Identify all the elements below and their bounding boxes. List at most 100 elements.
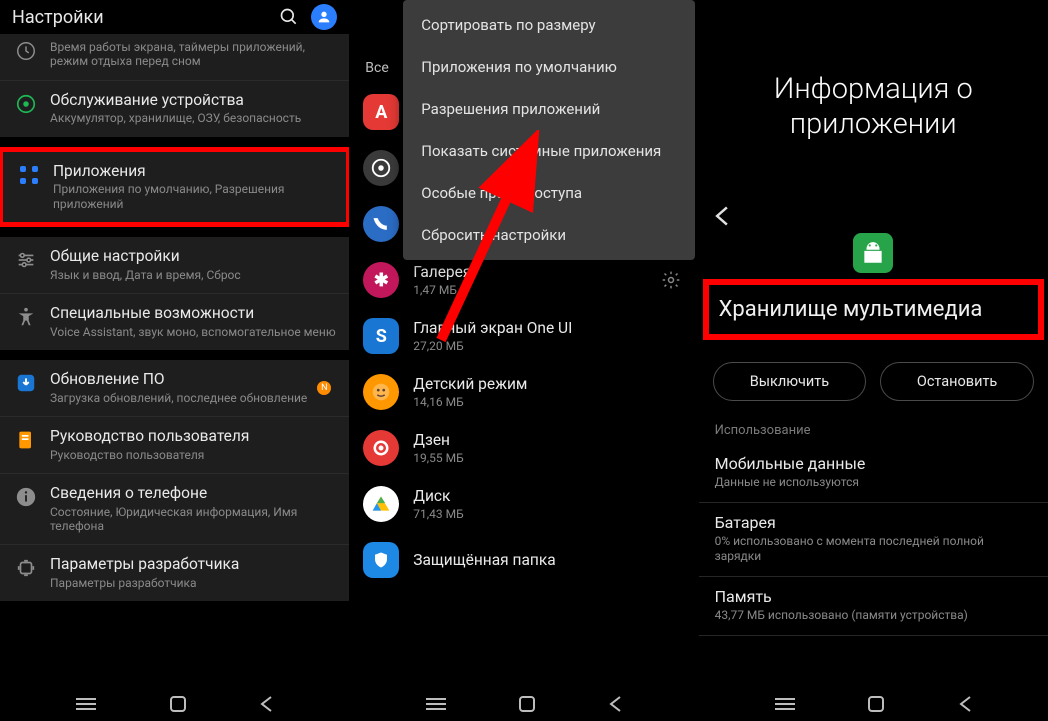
- nav-back[interactable]: [259, 695, 273, 713]
- settings-item-manual[interactable]: Руководство пользователя Руководство пол…: [0, 417, 349, 474]
- apps-list-screen: Все А ВКонтакте 1,47 МБ: [349, 0, 698, 721]
- nav-home[interactable]: [169, 695, 187, 713]
- settings-item-label: Сведения о телефоне: [50, 484, 337, 503]
- device-care-icon: [12, 93, 40, 115]
- sliders-icon: [12, 249, 40, 271]
- usage-row-storage[interactable]: Память 43,77 МБ использовано (памяти уст…: [699, 577, 1048, 636]
- app-icon: [363, 374, 399, 410]
- settings-group: Обновление ПО Загрузка обновлений, после…: [0, 360, 349, 601]
- app-row[interactable]: S Главный экран One UI 27,20 МБ: [349, 308, 698, 364]
- settings-item-apps-highlighted[interactable]: Приложения Приложения по умолчанию, Разр…: [0, 147, 349, 227]
- settings-item-label: Обновление ПО: [50, 370, 317, 389]
- app-icon: [363, 206, 399, 242]
- app-icon: [853, 233, 893, 273]
- settings-item-label: Приложения: [53, 162, 334, 181]
- row-title: Батарея: [715, 513, 1032, 532]
- settings-item-device-care[interactable]: Обслуживание устройства Аккумулятор, хра…: [0, 81, 349, 137]
- app-name: Диск: [413, 487, 684, 505]
- settings-item-sub: Язык и ввод, Дата и время, Сброс: [50, 268, 337, 282]
- settings-item-sub: Voice Assistant, звук моно, вспомогатель…: [50, 325, 337, 339]
- settings-list: Время работы экрана, таймеры приложений,…: [0, 34, 349, 687]
- nav-home[interactable]: [518, 695, 536, 713]
- settings-item-sub: Параметры разработчика: [50, 576, 337, 590]
- menu-item-reset[interactable]: Сбросить настройки: [403, 214, 694, 256]
- settings-item-about[interactable]: Сведения о телефоне Состояние, Юридическ…: [0, 474, 349, 545]
- app-icon: [363, 542, 399, 578]
- row-sub: 0% использовано с момента последней полн…: [715, 534, 1032, 564]
- app-name: Главный экран One UI: [413, 319, 684, 337]
- nav-recents[interactable]: [76, 697, 96, 711]
- app-row[interactable]: ✱ Галерея 1,47 МБ: [349, 252, 698, 308]
- row-sub: Данные не используются: [715, 475, 1032, 490]
- settings-screen: Настройки Время работы экрана, таймеры п…: [0, 0, 349, 721]
- menu-item-sort[interactable]: Сортировать по размеру: [403, 4, 694, 46]
- menu-item-special-access[interactable]: Особые права доступа: [403, 172, 694, 214]
- settings-item-label: Обслуживание устройства: [50, 91, 337, 110]
- settings-item-sub: Загрузка обновлений, последнее обновлени…: [50, 391, 317, 405]
- filter-tab-label: Все: [365, 60, 388, 76]
- settings-item-digital-wellbeing[interactable]: Время работы экрана, таймеры приложений,…: [0, 34, 349, 81]
- row-title: Память: [715, 587, 1032, 606]
- app-row[interactable]: Диск 71,43 МБ: [349, 476, 698, 532]
- menu-item-show-system[interactable]: Показать системные приложения: [403, 130, 694, 172]
- nav-back[interactable]: [608, 695, 622, 713]
- avatar[interactable]: [311, 4, 337, 30]
- nav-recents[interactable]: [775, 697, 795, 711]
- app-size: 27,20 МБ: [413, 339, 684, 353]
- update-icon: [12, 372, 40, 394]
- settings-item-sub: Аккумулятор, хранилище, ОЗУ, безопасност…: [50, 111, 337, 125]
- nav-back[interactable]: [958, 695, 972, 713]
- nav-bar: [699, 687, 1048, 721]
- app-name: Защищённая папка: [413, 551, 684, 569]
- info-icon: [12, 486, 40, 508]
- app-name: Галерея: [413, 263, 660, 281]
- settings-item-general[interactable]: Общие настройки Язык и ввод, Дата и врем…: [0, 237, 349, 294]
- back-button[interactable]: [699, 199, 1048, 233]
- nav-bar: [0, 687, 349, 721]
- app-row[interactable]: Дзен 19,55 МБ: [349, 420, 698, 476]
- settings-group: Время работы экрана, таймеры приложений,…: [0, 34, 349, 137]
- settings-item-update[interactable]: Обновление ПО Загрузка обновлений, после…: [0, 360, 349, 417]
- app-name: Дзен: [413, 431, 684, 449]
- page-title: Информация о приложении: [699, 0, 1048, 199]
- app-icon: S: [363, 318, 399, 354]
- settings-item-accessibility[interactable]: Специальные возможности Voice Assistant,…: [0, 294, 349, 350]
- menu-item-default-apps[interactable]: Приложения по умолчанию: [403, 46, 694, 88]
- settings-item-label: Общие настройки: [50, 247, 337, 266]
- update-badge: N: [317, 381, 331, 395]
- app-icon: А: [363, 94, 399, 130]
- menu-item-permissions[interactable]: Разрешения приложений: [403, 88, 694, 130]
- app-row[interactable]: Детский режим 14,16 МБ: [349, 364, 698, 420]
- clock-icon: [12, 40, 40, 62]
- developer-icon: [12, 557, 40, 579]
- app-name-label: Хранилище мультимедиа: [719, 297, 1028, 322]
- app-size: 1,47 МБ: [413, 283, 660, 297]
- row-sub: 43,77 МБ использовано (памяти устройства…: [715, 608, 1032, 623]
- settings-item-label: Специальные возможности: [50, 304, 337, 323]
- nav-home[interactable]: [867, 695, 885, 713]
- page-title: Настройки: [12, 7, 279, 28]
- app-row[interactable]: Защищённая папка: [349, 532, 698, 588]
- search-icon[interactable]: [279, 7, 299, 27]
- app-icon: [363, 486, 399, 522]
- app-icon: [363, 430, 399, 466]
- settings-item-sub: Время работы экрана, таймеры приложений,…: [50, 40, 337, 69]
- settings-item-devoptions[interactable]: Параметры разработчика Параметры разрабо…: [0, 545, 349, 601]
- app-size: 19,55 МБ: [413, 451, 684, 465]
- apps-icon: [15, 164, 43, 186]
- settings-item-sub: Приложения по умолчанию, Разрешения прил…: [53, 182, 334, 211]
- nav-recents[interactable]: [426, 697, 446, 711]
- gear-icon[interactable]: [661, 270, 681, 290]
- usage-row-battery[interactable]: Батарея 0% использовано с момента послед…: [699, 503, 1048, 577]
- settings-item-label: Параметры разработчика: [50, 555, 337, 574]
- app-icon: ✱: [363, 262, 399, 298]
- app-size: 71,43 МБ: [413, 507, 684, 521]
- app-info-screen: Информация о приложении Хранилище мульти…: [699, 0, 1048, 721]
- app-name: Детский режим: [413, 375, 684, 393]
- usage-row-mobile-data[interactable]: Мобильные данные Данные не используются: [699, 444, 1048, 503]
- overflow-menu: Сортировать по размеру Приложения по умо…: [403, 0, 694, 260]
- force-stop-button[interactable]: Остановить: [880, 362, 1034, 401]
- settings-item-label: Руководство пользователя: [50, 427, 337, 446]
- disable-button[interactable]: Выключить: [713, 362, 867, 401]
- app-size: 14,16 МБ: [413, 395, 684, 409]
